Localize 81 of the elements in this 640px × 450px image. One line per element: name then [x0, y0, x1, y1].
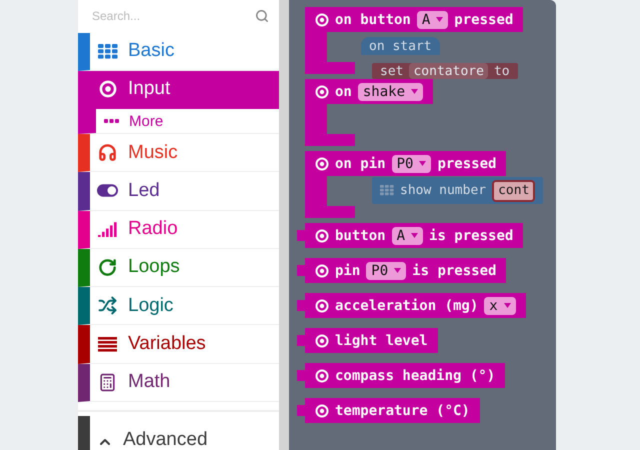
block-label: compass heading (°) [335, 368, 496, 384]
statement-block[interactable]: set contatore to [372, 63, 518, 79]
target-icon [315, 404, 329, 418]
signal-icon [98, 221, 118, 238]
reporter-block[interactable]: compass heading (°) [297, 363, 506, 388]
block-label: is pressed [412, 262, 496, 278]
toggle-icon [97, 184, 118, 198]
loop-icon [98, 258, 117, 277]
target-icon [315, 228, 329, 242]
category-item[interactable]: Variables [78, 325, 279, 364]
search-field[interactable]: Search... [92, 9, 249, 24]
target-icon [315, 84, 329, 98]
block-dropdown[interactable]: A [392, 226, 424, 244]
block-dropdown[interactable]: P0 [366, 262, 406, 280]
block-dropdown[interactable]: A [416, 10, 448, 28]
subcategory-label: More [129, 112, 164, 130]
reporter-block[interactable]: button A is pressed [297, 223, 524, 248]
statement-block[interactable]: show number cont [372, 177, 544, 204]
event-block[interactable]: on start [361, 37, 440, 55]
category-item[interactable]: Logic [78, 287, 279, 326]
category-label: Radio [128, 218, 178, 240]
target-icon [98, 80, 116, 98]
caret-icon [504, 303, 511, 308]
category-label: Loops [128, 256, 180, 278]
block-label: on start [369, 38, 432, 54]
grid-icon [98, 44, 118, 59]
block-dropdown[interactable]: contatore [409, 63, 488, 79]
category-item[interactable]: Radio [78, 210, 279, 249]
reporter-block[interactable]: light level [297, 328, 438, 353]
target-icon [315, 368, 329, 382]
lines-icon [98, 336, 117, 352]
category-label: Variables [128, 333, 206, 356]
category-label: Input [128, 78, 170, 100]
block-label: light level [335, 332, 428, 348]
target-icon [315, 264, 329, 278]
reporter-block[interactable]: temperature (°C) [297, 398, 480, 423]
search-icon[interactable] [255, 9, 269, 24]
category-label: Math [128, 371, 170, 394]
target-icon [315, 298, 329, 312]
caret-icon [411, 89, 418, 94]
category-item[interactable]: Music [78, 134, 279, 172]
reporter-block[interactable]: pin P0 is pressed [297, 258, 506, 283]
block-label: is pressed [429, 228, 514, 244]
block-label: on [335, 84, 352, 100]
block-dropdown[interactable]: x [484, 296, 516, 314]
advanced-label: Advanced [123, 430, 208, 450]
category-label: Logic [128, 294, 174, 317]
block-label: on button [335, 12, 411, 28]
target-icon [315, 334, 329, 348]
event-block[interactable]: on shake [305, 79, 434, 146]
block-dropdown[interactable]: P0 [392, 154, 432, 172]
calculator-icon [98, 372, 117, 392]
category-item[interactable]: Input [78, 70, 279, 110]
block-label: on pin [335, 156, 386, 172]
target-icon [315, 12, 329, 26]
reporter-block[interactable]: acceleration (mg) x [297, 293, 526, 318]
block-label: acceleration (mg) [335, 298, 478, 314]
block-label: show number [400, 183, 486, 198]
headphones-icon [98, 143, 117, 162]
category-item[interactable]: Math [78, 364, 279, 402]
block-label: pressed [454, 12, 514, 28]
caret-icon [436, 17, 444, 22]
shuffle-icon [98, 296, 117, 316]
caret-icon [394, 268, 402, 273]
category-label: Basic [128, 40, 174, 62]
block-label: pin [335, 262, 360, 278]
dots-icon [104, 119, 119, 124]
category-item[interactable]: Led [78, 172, 279, 211]
category-item[interactable]: Loops [78, 248, 279, 288]
variable-block[interactable]: cont [492, 180, 536, 202]
block-label: button [335, 228, 386, 244]
block-label: temperature (°C) [335, 402, 470, 418]
caret-icon [411, 233, 418, 238]
block-label: pressed [437, 156, 496, 172]
grid-icon [380, 185, 394, 196]
block-dropdown[interactable]: shake [358, 82, 424, 100]
category-item[interactable]: Basic [78, 32, 279, 71]
caret-icon [419, 161, 426, 166]
target-icon [315, 156, 329, 170]
category-label: Led [128, 180, 160, 202]
category-label: Music [128, 142, 178, 164]
